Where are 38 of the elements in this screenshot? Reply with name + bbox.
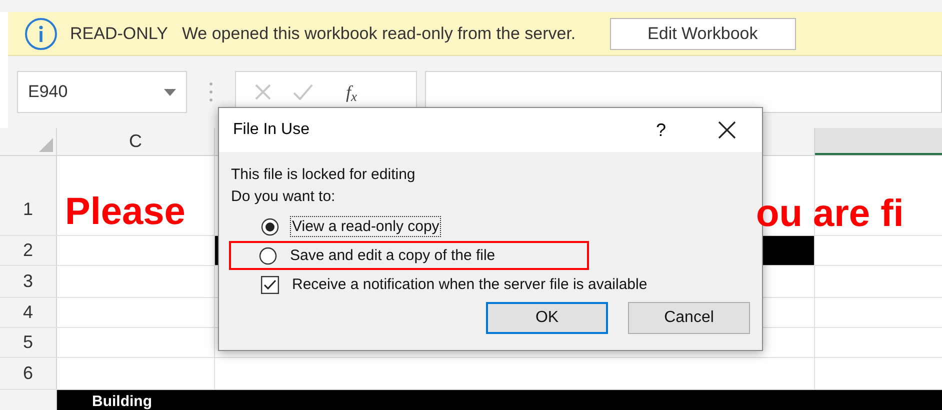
read-only-label: READ-ONLY [70,22,168,45]
checkbox[interactable] [261,276,279,294]
ok-button[interactable]: OK [486,302,608,334]
select-all-icon[interactable] [39,138,53,152]
row-header[interactable]: 2 [0,236,57,265]
insert-function-button[interactable]: f$_{x}$ [346,78,358,106]
table-cell[interactable]: Please [57,156,215,235]
close-icon[interactable] [718,121,736,139]
help-button[interactable]: ? [646,116,676,144]
cancel-button[interactable]: Cancel [628,302,750,334]
check-icon[interactable] [292,83,314,101]
info-icon [24,16,58,50]
dialog-title: File In Use [233,120,310,140]
name-box[interactable]: E940 [17,71,187,113]
radio-button[interactable] [259,246,277,264]
option-label[interactable]: Save and edit a copy of the file [289,246,496,265]
formula-input[interactable] [425,71,942,113]
option-label[interactable]: View a read-only copy [291,217,440,236]
table-cell[interactable]: Building [57,390,942,410]
row-header[interactable]: 4 [0,298,57,327]
column-header[interactable]: C [57,128,215,155]
dropdown-caret-icon[interactable] [164,88,176,96]
message-text: We opened this workbook read-only from the server. [182,22,576,45]
title-text: Please [65,193,186,231]
edit-workbook-button[interactable]: Edit Workbook [610,18,796,50]
dialog-message: This file is locked for editing [231,165,416,185]
row-header[interactable]: 5 [0,328,57,357]
row-header[interactable]: 6 [0,358,57,389]
row-header[interactable]: 3 [0,266,57,297]
grip-icon [209,81,213,103]
section-label: Building [92,393,152,410]
row-header[interactable]: 1 [0,156,57,235]
cancel-icon[interactable] [254,83,272,101]
column-header[interactable] [815,128,942,155]
radio-button[interactable] [261,218,279,236]
option-label[interactable]: Receive a notification when the server file is available [291,275,648,294]
dialog-prompt: Do you want to: [231,187,336,207]
title-text: ou are fi [756,195,904,233]
